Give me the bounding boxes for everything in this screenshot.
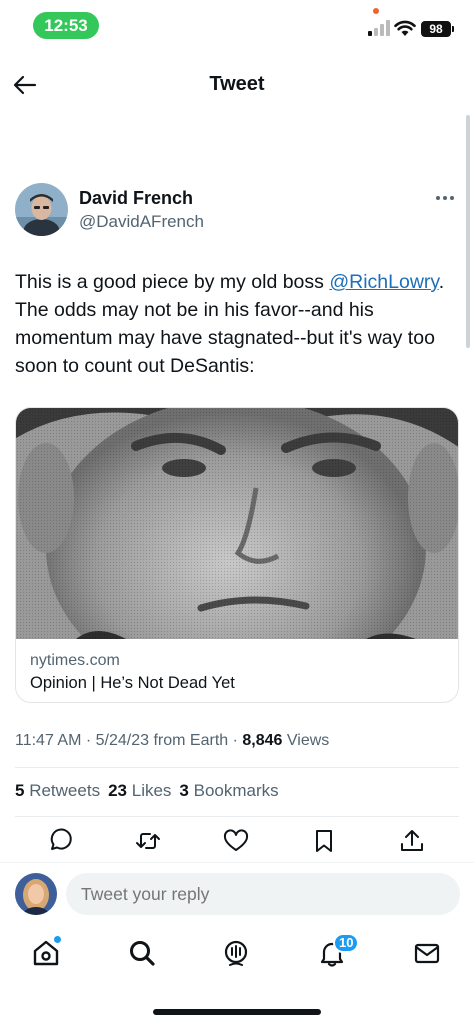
home-unread-dot <box>54 936 61 943</box>
retweet-icon[interactable] <box>134 827 162 855</box>
messages-icon[interactable] <box>412 938 442 968</box>
author-avatar-image <box>15 183 68 236</box>
likes-label: Likes <box>131 781 172 800</box>
reply-bar <box>0 862 474 926</box>
author-name[interactable]: David French <box>79 188 193 209</box>
reply-input[interactable] <box>66 873 460 915</box>
search-icon[interactable] <box>127 938 157 968</box>
bookmarks-label: Bookmarks <box>193 781 279 800</box>
more-options-icon[interactable] <box>432 188 458 208</box>
notifications-badge: 10 <box>333 933 360 953</box>
recording-indicator <box>373 8 379 14</box>
views-label: Views <box>286 732 330 749</box>
bookmark-icon[interactable] <box>310 827 338 855</box>
tweet-date: 5/24/23 <box>95 732 150 749</box>
divider <box>15 767 459 768</box>
battery-indicator: 98 <box>421 21 451 37</box>
card-title: Opinion | He’s Not Dead Yet <box>30 674 235 692</box>
author-avatar[interactable] <box>15 183 68 236</box>
share-icon[interactable] <box>398 827 426 855</box>
views-count[interactable]: 8,846 <box>242 732 282 749</box>
status-time: 12:53 <box>33 12 99 39</box>
user-avatar[interactable] <box>15 873 57 915</box>
retweets-count: 5 <box>15 781 25 800</box>
likes-stat[interactable]: 23 Likes <box>108 781 171 800</box>
tweet-source: from Earth <box>153 732 229 749</box>
article-thumbnail <box>16 408 458 639</box>
card-domain: nytimes.com <box>30 652 120 669</box>
divider <box>15 816 459 817</box>
bookmarks-stat[interactable]: 3 Bookmarks <box>179 781 278 800</box>
tweet-actions <box>0 827 474 859</box>
battery-cap <box>452 26 454 32</box>
likes-count: 23 <box>108 781 127 800</box>
link-preview-card[interactable]: nytimes.com Opinion | He’s Not Dead Yet <box>15 407 459 703</box>
bottom-tab-bar: 10 <box>0 926 474 1024</box>
mention-link[interactable]: @RichLowry <box>329 271 438 293</box>
cellular-signal-icon <box>368 20 390 36</box>
reply-icon[interactable] <box>46 827 74 855</box>
retweets-label: Retweets <box>29 781 101 800</box>
author-handle[interactable]: @DavidAFrench <box>79 212 204 232</box>
tweet-time: 11:47 AM <box>15 732 82 749</box>
tweet-metadata: 11:47 AM · 5/24/23 from Earth · 8,846 Vi… <box>15 732 330 749</box>
wifi-icon <box>394 20 416 36</box>
tweet-text: This is a good piece by my old boss @Ric… <box>15 268 465 380</box>
scroll-indicator[interactable] <box>466 115 470 348</box>
retweets-stat[interactable]: 5 Retweets <box>15 781 100 800</box>
header: Tweet <box>0 60 474 110</box>
user-avatar-image <box>15 873 57 915</box>
status-bar: 12:53 98 <box>0 0 474 50</box>
bookmarks-count: 3 <box>179 781 189 800</box>
engagement-stats: 5 Retweets 23 Likes 3 Bookmarks <box>15 781 279 801</box>
like-icon[interactable] <box>222 827 250 855</box>
home-indicator <box>153 1009 321 1015</box>
spaces-icon[interactable] <box>221 938 251 968</box>
page-title: Tweet <box>209 73 265 95</box>
tweet-text-start: This is a good piece by my old boss <box>15 271 330 293</box>
